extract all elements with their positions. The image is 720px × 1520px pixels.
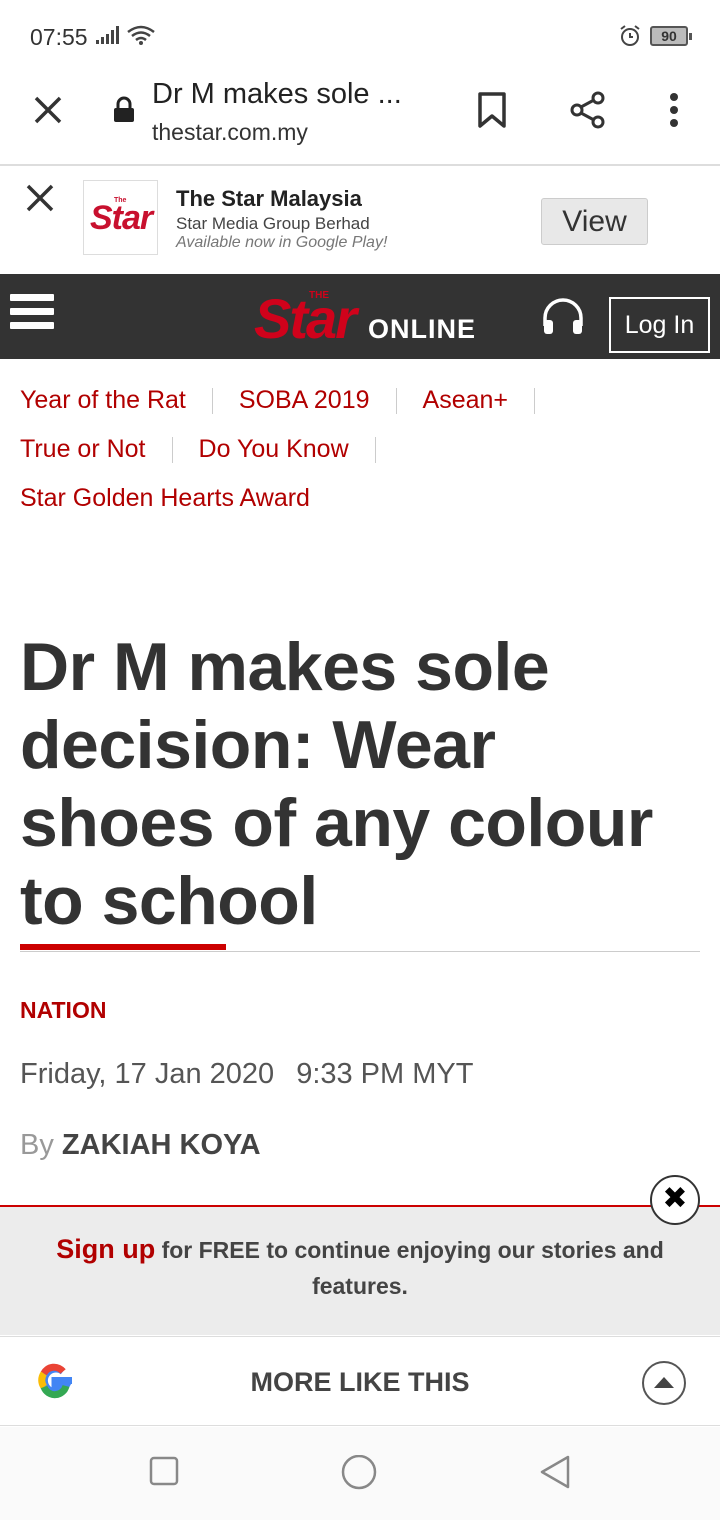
signup-text: for FREE to continue enjoying our storie…: [155, 1237, 664, 1299]
article-headline: Dr M makes sole decision: Wear shoes of …: [20, 629, 653, 939]
site-header: Star THE ONLINE Log In: [0, 274, 720, 359]
close-banner-icon[interactable]: [22, 180, 58, 216]
article-time: 9:33 PM MYT: [296, 1058, 474, 1090]
app-logo: Star The: [83, 180, 158, 255]
app-publisher: Star Media Group Berhad: [176, 214, 370, 233]
topic-divider: [374, 436, 376, 463]
hamburger-menu-icon[interactable]: [10, 294, 54, 338]
byline-prefix: By: [20, 1129, 54, 1161]
article-byline: By ZAKIAH KOYA: [20, 1129, 261, 1162]
signup-banner: Sign up for FREE to continue enjoying ou…: [0, 1205, 720, 1335]
topic-divider: [395, 387, 397, 414]
headline-accent-bar: [20, 944, 226, 950]
more-like-this-label: MORE LIKE THIS: [250, 1367, 470, 1397]
topic-divider: [534, 387, 536, 414]
more-like-this-bar[interactable]: MORE LIKE THIS: [0, 1336, 720, 1426]
app-logo-text: Star: [90, 199, 153, 237]
app-install-banner: Star The The Star Malaysia Star Media Gr…: [0, 166, 720, 274]
url-text[interactable]: thestar.com.my: [152, 119, 308, 146]
alarm-icon: [618, 24, 642, 53]
signal-icon: [96, 26, 122, 51]
app-logo-small: The: [114, 197, 127, 204]
status-time: 07:55: [30, 24, 88, 50]
system-nav-bar: [0, 1427, 720, 1520]
topic-divider: [171, 436, 173, 463]
signup-close-button[interactable]: ✖: [650, 1175, 700, 1225]
page-title[interactable]: Dr M makes sole ...: [152, 78, 402, 111]
topic-link-star-golden-hearts[interactable]: Star Golden Hearts Award: [20, 484, 310, 513]
topic-links: Year of the Rat SOBA 2019 Asean+ True or…: [20, 376, 700, 523]
signup-link[interactable]: Sign up: [56, 1234, 155, 1264]
more-vert-icon[interactable]: [660, 90, 688, 135]
site-logo[interactable]: Star THE ONLINE: [254, 286, 475, 351]
browser-toolbar: Dr M makes sole ... thestar.com.my: [0, 70, 720, 166]
battery-icon: 90: [650, 26, 692, 46]
topic-row: True or Not Do You Know: [20, 425, 700, 474]
article-author[interactable]: ZAKIAH KOYA: [62, 1129, 261, 1161]
article-category[interactable]: NATION: [20, 997, 106, 1024]
app-name: The Star Malaysia: [176, 186, 362, 211]
site-logo-the: THE: [309, 290, 329, 301]
recents-icon[interactable]: [148, 1455, 180, 1492]
topic-row: Year of the Rat SOBA 2019 Asean+: [20, 376, 700, 425]
headline-divider: [20, 951, 700, 952]
article-date: Friday, 17 Jan 2020: [20, 1058, 275, 1090]
topic-link-asean[interactable]: Asean+: [423, 386, 509, 415]
wifi-icon: [126, 24, 156, 51]
topic-row: Star Golden Hearts Award: [20, 474, 700, 523]
topic-link-do-you-know[interactable]: Do You Know: [199, 435, 349, 464]
home-icon[interactable]: [340, 1454, 378, 1498]
bookmark-icon[interactable]: [476, 90, 508, 135]
status-bar: 07:55 90: [0, 0, 720, 70]
app-availability: Available now in Google Play!: [176, 234, 388, 251]
login-button[interactable]: Log In: [609, 297, 710, 353]
view-button[interactable]: View: [541, 198, 648, 245]
back-icon[interactable]: [538, 1455, 574, 1496]
article-dateline: Friday, 17 Jan 2020 9:33 PM MYT: [20, 1058, 473, 1091]
headphones-icon[interactable]: [540, 296, 586, 341]
signup-message: Sign up for FREE to continue enjoying ou…: [40, 1231, 680, 1304]
close-icon[interactable]: [28, 90, 68, 130]
expand-up-icon[interactable]: [642, 1361, 686, 1405]
topic-divider: [211, 387, 213, 414]
site-logo-online: ONLINE: [368, 314, 477, 344]
topic-link-year-of-the-rat[interactable]: Year of the Rat: [20, 386, 186, 415]
topic-link-true-or-not[interactable]: True or Not: [20, 435, 146, 464]
share-icon[interactable]: [568, 90, 608, 135]
lock-icon: [112, 96, 136, 129]
topic-link-soba-2019[interactable]: SOBA 2019: [239, 386, 370, 415]
site-logo-star: Star: [254, 287, 357, 350]
